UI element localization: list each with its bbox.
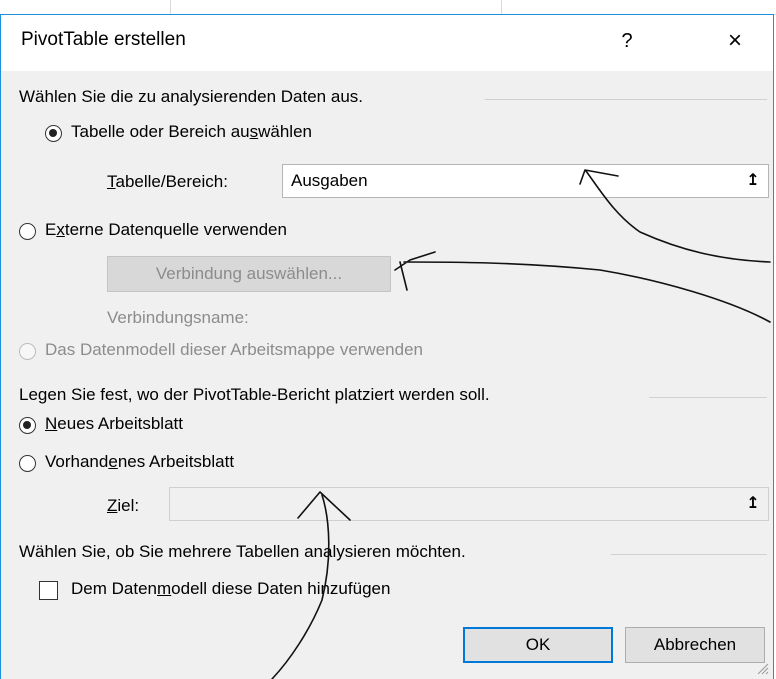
radio-table-range[interactable] [45,125,62,142]
range-input[interactable]: Ausgaben [282,164,769,198]
radio-external-source[interactable] [19,223,36,240]
dialog-titlebar: PivotTable erstellen ? × [1,15,773,71]
spreadsheet-cell [0,0,171,14]
radio-existing-worksheet[interactable] [19,455,36,472]
separator [611,554,767,555]
section-heading-destination: Legen Sie fest, wo der PivotTable-Berich… [19,385,490,404]
option-existing-worksheet-label[interactable]: Vorhandenes Arbeitsblatt [45,452,234,472]
cancel-button[interactable]: Abbrechen [625,627,765,663]
target-input[interactable] [169,487,769,521]
add-to-data-model-checkbox[interactable] [39,581,58,600]
collapse-dialog-icon[interactable]: ↥ [739,165,767,197]
radio-new-worksheet[interactable] [19,417,36,434]
range-label: Tabelle/Bereich: [107,172,228,191]
range-input-value: Ausgaben [291,171,368,190]
section-heading-source: Wählen Sie die zu analysierenden Daten a… [19,87,363,106]
option-external-source-label[interactable]: Externe Datenquelle verwenden [45,220,287,240]
radio-data-model[interactable] [19,343,36,360]
separator [649,397,767,398]
add-to-data-model-label[interactable]: Dem Datenmodell diese Daten hinzufügen [71,579,390,599]
option-data-model-label: Das Datenmodell dieser Arbeitsmappe verw… [45,340,423,359]
spreadsheet-background-strip [0,0,776,15]
option-table-range-label[interactable]: Tabelle oder Bereich auswählen [71,122,312,142]
section-heading-multiple-tables: Wählen Sie, ob Sie mehrere Tabellen anal… [19,542,466,561]
help-button[interactable]: ? [607,19,647,63]
separator [485,99,767,100]
target-label: Ziel: [107,496,140,515]
close-button[interactable]: × [711,19,759,63]
option-new-worksheet-label[interactable]: Neues Arbeitsblatt [45,414,183,434]
pivottable-dialog: PivotTable erstellen ? × Wählen Sie die … [0,14,774,679]
resize-grip-icon[interactable] [755,661,769,675]
select-connection-button[interactable]: Verbindung auswählen... [107,256,391,292]
spreadsheet-cell [171,0,502,14]
ok-button[interactable]: OK [463,627,613,663]
collapse-dialog-icon-target[interactable]: ↥ [739,488,767,520]
dialog-title: PivotTable erstellen [21,29,186,50]
connection-name-label: Verbindungsname: [107,308,249,327]
